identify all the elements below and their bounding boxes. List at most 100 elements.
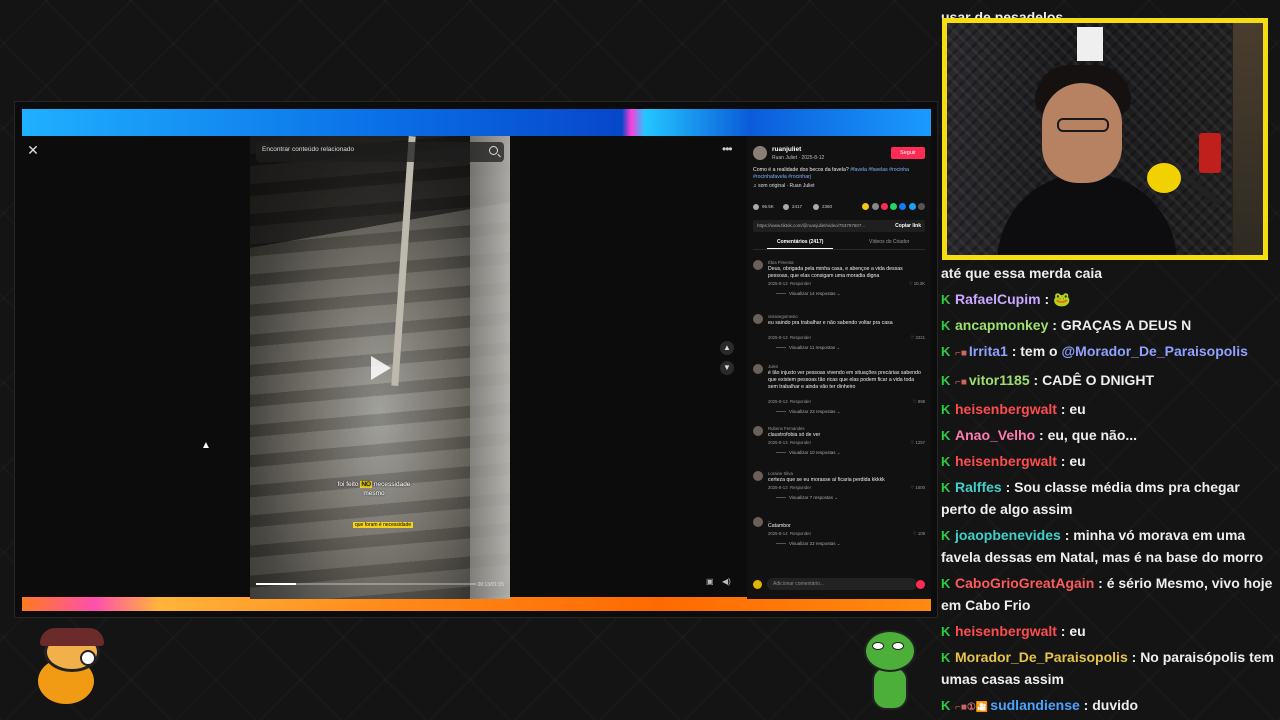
view-replies-link[interactable]: Visualizar 23 respostas ⌄ xyxy=(776,409,840,415)
picture-in-picture-icon[interactable]: ▣ xyxy=(706,577,714,586)
chat-message: K Morador_De_Paraisopolis : No paraisópol… xyxy=(941,649,1274,687)
related-search-bar[interactable]: Encontrar conteúdo relacionado xyxy=(256,142,504,162)
commenter-name[interactable]: vivianegomesio xyxy=(768,314,798,319)
view-replies-link[interactable]: Visualizar 14 respostas ⌄ xyxy=(776,291,840,297)
mascot-hair xyxy=(40,628,104,646)
chat-message: Kheisenbergwalt : eu xyxy=(941,623,1086,639)
sound-label[interactable]: ♫ som original · Ruan Juliet xyxy=(753,183,815,189)
view-replies-label: Visualizar 11 respostas xyxy=(789,345,836,350)
commenter-name[interactable]: Rubens Fernandes xyxy=(768,426,805,431)
close-icon[interactable]: ✕ xyxy=(25,142,41,158)
comment-likes[interactable]: ♡ 1257 xyxy=(910,440,925,446)
chat-username[interactable]: CaboGrioGreatAgain xyxy=(955,575,1094,591)
video-link[interactable]: https://www.tiktok.com/@ruanjuliet/video… xyxy=(757,223,865,228)
kick-badge-icon: K xyxy=(941,454,951,469)
chat-username[interactable]: heisenbergwalt xyxy=(955,623,1057,639)
share-arrow-icon[interactable] xyxy=(918,203,925,210)
search-icon[interactable] xyxy=(489,146,498,155)
play-icon[interactable] xyxy=(371,356,391,380)
commenter-name[interactable]: Jules xyxy=(768,364,778,369)
chat-overlay: até que essa merda caia K RafaelCupim : 🐸 K… xyxy=(941,262,1276,720)
add-comment-input[interactable]: Adicionar comentário... xyxy=(767,578,917,590)
comment-text: Catambor xyxy=(768,523,791,529)
add-comment-bar: Adicionar comentário... xyxy=(753,578,925,591)
author-name[interactable]: ruanjuliet xyxy=(772,146,801,153)
commenter-name[interactable]: Loraine Silva xyxy=(768,471,793,476)
like-stat[interactable]: 96.5K xyxy=(753,204,774,210)
microphone xyxy=(1147,163,1181,193)
chat-username[interactable]: Ralffes xyxy=(955,479,1002,495)
comment-likes[interactable]: ♡ 1500 xyxy=(910,485,925,491)
follow-button[interactable]: Seguir xyxy=(891,147,925,159)
reply-link[interactable]: Responder xyxy=(790,440,811,445)
commenter-avatar[interactable] xyxy=(753,471,763,481)
chat-mention[interactable]: @Morador_De_Paraisopolis xyxy=(1062,343,1248,359)
chat-message: até que essa merda caia xyxy=(941,262,1276,284)
comment-likes[interactable]: ♡ 10.3K xyxy=(909,281,925,287)
commenter-avatar[interactable] xyxy=(753,426,763,436)
kick-badge-icon: K xyxy=(941,344,951,359)
tab-comments[interactable]: Comentários (2417) xyxy=(766,239,834,249)
whatsapp-share-icon[interactable] xyxy=(890,203,898,210)
video-progress-bar[interactable] xyxy=(256,583,476,585)
previous-video-button[interactable]: ▲ xyxy=(720,341,734,355)
chat-message: K CaboGrioGreatAgain : é sério Mesmo, viv… xyxy=(941,575,1273,613)
twitter-share-icon[interactable] xyxy=(908,203,916,210)
copy-link-button[interactable]: Copiar link xyxy=(895,223,921,229)
chat-username[interactable]: Morador_De_Paraisopolis xyxy=(955,649,1128,665)
more-options-icon[interactable]: ••• xyxy=(722,142,733,156)
chat-username[interactable]: Anao_Velho xyxy=(955,427,1035,443)
commenter-avatar[interactable] xyxy=(753,517,763,527)
view-replies-link[interactable]: Visualizar 10 respostas ⌄ xyxy=(776,450,840,456)
commenter-avatar[interactable] xyxy=(753,364,763,374)
comment-likes[interactable]: ♡ 898 xyxy=(913,399,925,405)
view-replies-link[interactable]: Visualizar 7 respostas ⌄ xyxy=(776,495,838,501)
chat-username[interactable]: sudlandiense xyxy=(990,697,1079,713)
reply-link[interactable]: Responder xyxy=(790,399,811,404)
chat-username[interactable]: vitor1185 xyxy=(969,372,1030,388)
save-stat[interactable]: 2360 xyxy=(813,204,832,210)
embed-share-icon[interactable] xyxy=(871,203,879,210)
reply-link[interactable]: Responder xyxy=(790,531,811,536)
mouse-cursor-icon: ▲ xyxy=(201,440,211,451)
repost-share-icon[interactable] xyxy=(880,203,888,210)
comment-stat[interactable]: 2417 xyxy=(783,204,802,210)
volume-icon[interactable]: ◀) xyxy=(722,577,731,586)
chat-username[interactable]: RafaelCupim xyxy=(955,291,1041,307)
chat-text: eu xyxy=(1069,623,1086,639)
chat-text: eu, que não... xyxy=(1047,427,1138,443)
comment-likes[interactable]: ♡ 2221 xyxy=(910,335,925,341)
facebook-share-icon[interactable] xyxy=(899,203,907,210)
chat-username[interactable]: ancapmonkey xyxy=(955,317,1048,333)
reply-link[interactable]: Responder xyxy=(790,335,811,340)
emoji-share-icon[interactable] xyxy=(862,203,870,210)
chat-username[interactable]: heisenbergwalt xyxy=(955,453,1057,469)
tab-creator-videos[interactable]: Vídeos do Criador xyxy=(869,239,909,245)
comment-like-count: 2221 xyxy=(915,335,925,340)
comment-like-count: 1257 xyxy=(915,440,925,445)
comment-like-count: 10.3K xyxy=(913,281,925,286)
reply-link[interactable]: Responder xyxy=(790,281,811,286)
commenter-avatar[interactable] xyxy=(753,260,763,270)
webcam-overlay xyxy=(942,18,1268,260)
chat-username[interactable]: heisenbergwalt xyxy=(955,401,1057,417)
comment-item: Jules é tão injusto ver pessoas vivendo e… xyxy=(753,364,925,414)
next-video-button[interactable]: ▼ xyxy=(720,361,734,375)
chat-username[interactable]: Irrita1 xyxy=(969,343,1008,359)
commenter-name[interactable]: _ xyxy=(768,517,770,522)
comment-likes[interactable]: ♡ 109 xyxy=(913,531,925,537)
view-replies-link[interactable]: Visualizar 22 respostas ⌄ xyxy=(776,541,840,547)
comment-item: _ Catambor 2025-8-14 Responder ♡ 109 Visuali… xyxy=(753,517,925,561)
commenter-name[interactable]: Ébia Pimenta xyxy=(768,260,794,265)
reply-link[interactable]: Responder xyxy=(790,485,811,490)
commenter-avatar[interactable] xyxy=(753,314,763,324)
pepe-head xyxy=(864,630,916,672)
author-avatar[interactable] xyxy=(753,146,767,160)
send-comment-icon[interactable] xyxy=(916,580,925,589)
view-replies-link[interactable]: Visualizar 11 respostas ⌄ xyxy=(776,345,840,351)
kick-badge-icon: K xyxy=(941,480,951,495)
comment-date: 2025-8-13 xyxy=(768,335,788,340)
kick-badge-icon: K xyxy=(941,318,951,333)
video-player[interactable]: Encontrar conteúdo relacionado foi feito… xyxy=(250,136,510,599)
chat-username[interactable]: joaopbenevides xyxy=(955,527,1061,543)
